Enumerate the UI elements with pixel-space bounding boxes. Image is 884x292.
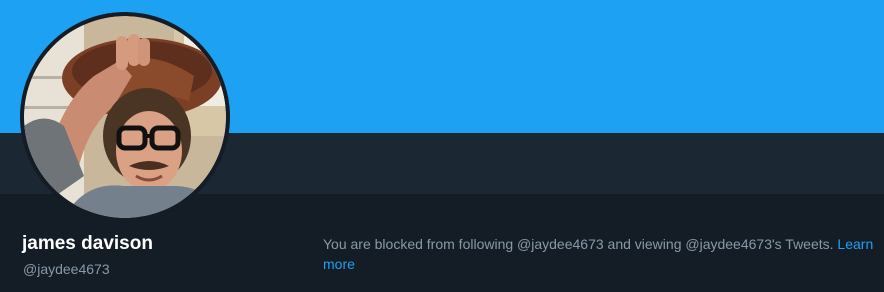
avatar[interactable]	[24, 16, 226, 218]
profile-handle: @jaydee4673	[23, 261, 110, 277]
profile-display-name[interactable]: james davison	[22, 232, 153, 256]
blocked-notice-text: You are blocked from following @jaydee46…	[323, 236, 834, 252]
profile-page: james davison @jaydee4673 You are blocke…	[0, 0, 884, 292]
avatar-frame[interactable]	[20, 12, 230, 222]
blocked-notice: You are blocked from following @jaydee46…	[323, 234, 878, 274]
